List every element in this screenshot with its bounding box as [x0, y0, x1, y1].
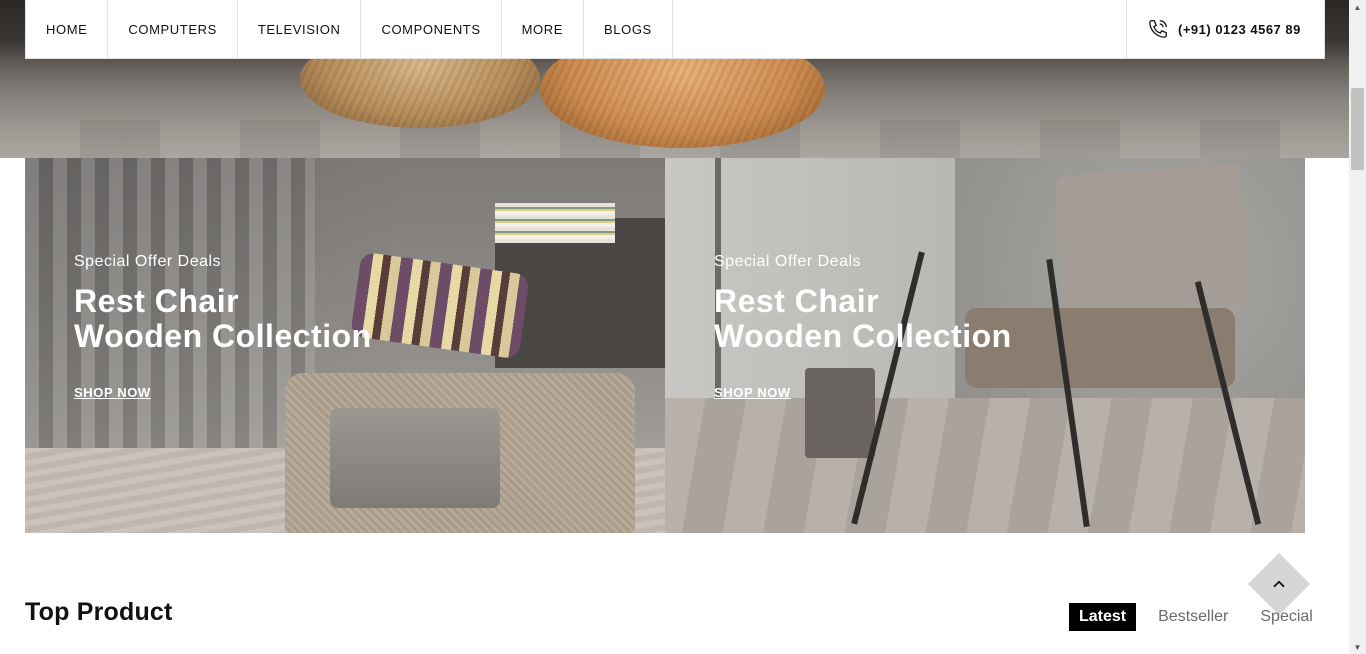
scrollbar-thumb[interactable] [1351, 88, 1364, 170]
banner-kicker: Special Offer Deals [714, 253, 862, 270]
promo-banner-ottoman[interactable]: Special Offer Deals Rest Chair Wooden Co… [25, 158, 665, 533]
nav-item-components[interactable]: COMPONENTS [361, 0, 502, 58]
banner-title: Rest Chair Wooden Collection [74, 284, 372, 354]
banner-title-line2: Wooden Collection [74, 318, 372, 354]
chair-back-image [1055, 163, 1250, 317]
banner-title-line2: Wooden Collection [714, 318, 1012, 354]
product-tabs: Latest Bestseller Special [1069, 603, 1335, 631]
blanket-image [330, 408, 500, 508]
tab-bestseller[interactable]: Bestseller [1148, 603, 1238, 631]
nav-item-more[interactable]: MORE [502, 0, 585, 58]
banner-text-block: Special Offer Deals Rest Chair Wooden Co… [74, 253, 372, 402]
phone-number: (+91) 0123 4567 89 [1178, 21, 1301, 37]
shop-now-link[interactable]: SHOP NOW [714, 385, 791, 400]
tab-latest[interactable]: Latest [1069, 603, 1137, 631]
banner-title-line1: Rest Chair [714, 283, 880, 319]
nav-item-home[interactable]: HOME [26, 0, 109, 58]
books-stack-image [495, 203, 615, 243]
wood-floor [665, 398, 1305, 533]
banner-text-block: Special Offer Deals Rest Chair Wooden Co… [714, 253, 1012, 402]
nav-item-television[interactable]: TELEVISION [238, 0, 362, 58]
phone-icon [1149, 20, 1167, 38]
scroll-down-arrow-icon[interactable]: ▼ [1349, 640, 1366, 654]
promo-banner-chair[interactable]: Special Offer Deals Rest Chair Wooden Co… [665, 158, 1305, 533]
vertical-scrollbar[interactable]: ▲ ▼ [1349, 0, 1366, 654]
banner-title: Rest Chair Wooden Collection [714, 284, 1012, 354]
main-navigation: HOME COMPUTERS TELEVISION COMPONENTS MOR… [25, 0, 1325, 59]
shop-now-link[interactable]: SHOP NOW [74, 385, 151, 400]
scroll-up-arrow-icon[interactable]: ▲ [1349, 0, 1366, 14]
banner-kicker: Special Offer Deals [74, 253, 222, 270]
phone-contact[interactable]: (+91) 0123 4567 89 [1126, 0, 1324, 58]
banner-title-line1: Rest Chair [74, 283, 240, 319]
nav-item-computers[interactable]: COMPUTERS [108, 0, 238, 58]
tab-special[interactable]: Special [1250, 603, 1322, 631]
section-title-top-product: Top Product [25, 598, 173, 626]
nav-item-blogs[interactable]: BLOGS [584, 0, 673, 58]
chevron-up-icon [1273, 580, 1285, 588]
